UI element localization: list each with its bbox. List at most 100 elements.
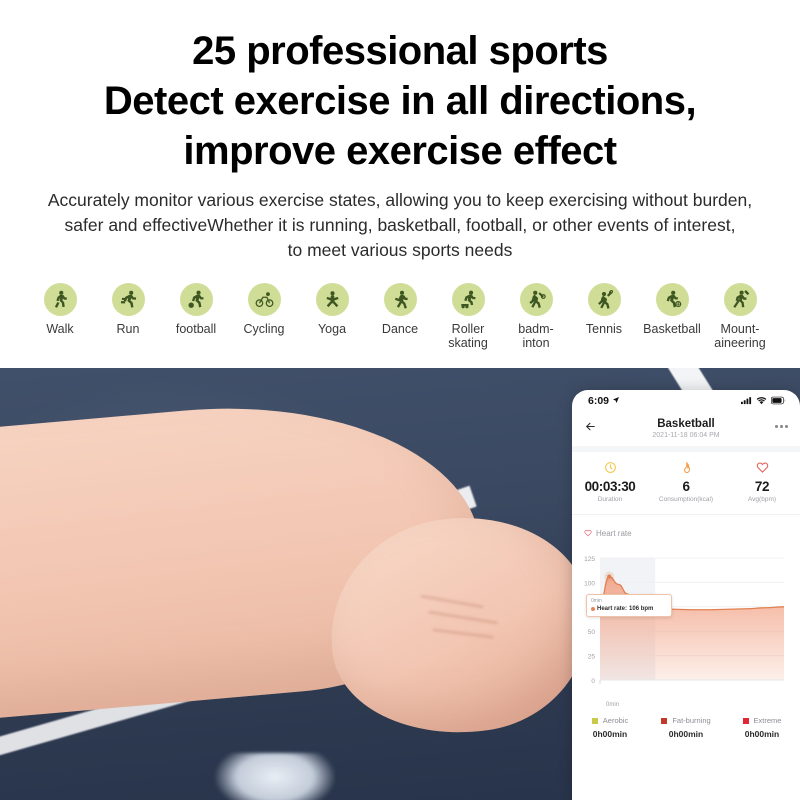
- hero-heading: 25 professional sports Detect exercise i…: [0, 0, 800, 176]
- more-dots-icon[interactable]: [774, 425, 788, 428]
- tennis-icon: [587, 283, 621, 316]
- wifi-icon: [756, 392, 767, 410]
- basketball-icon: [655, 283, 689, 316]
- sport-label: football: [175, 322, 217, 336]
- legend-value: 0h00min: [744, 729, 780, 739]
- legend-value: 0h00min: [668, 729, 704, 739]
- battery-icon: [771, 392, 786, 410]
- chart-x-tick-label: 0min: [606, 702, 620, 708]
- sport-item[interactable]: Basketball: [638, 283, 706, 336]
- mountaineering-icon: [723, 283, 757, 316]
- sport-label: Run: [116, 322, 140, 336]
- heart-icon: [724, 461, 800, 476]
- shoe-blur: [215, 753, 335, 800]
- yoga-icon: [315, 283, 349, 316]
- heart-icon: [584, 524, 592, 542]
- stat-value: 72: [754, 479, 770, 494]
- sport-item[interactable]: football: [162, 283, 230, 336]
- app-nav-bar: Basketball 2021-11-18 06:04 PM: [572, 412, 800, 446]
- run-icon: [111, 283, 145, 316]
- heart-rate-zone-legend: Aerobic 0h00min Fat-burning 0h00min Extreme 0…: [572, 706, 800, 751]
- legend-head: Fat-burning: [648, 716, 724, 725]
- sport-label: Dance: [381, 322, 419, 336]
- heart-rate-section-header: Heart rate: [572, 514, 800, 548]
- stat-label: Duration: [597, 496, 623, 503]
- stat-label: Avg(bpm): [747, 496, 777, 503]
- sport-label: Roller skating: [448, 322, 488, 350]
- svg-text:125: 125: [584, 556, 595, 563]
- sport-item[interactable]: Mount- aineering: [706, 283, 774, 350]
- tooltip-series-value: Heart rate: 106 bpm: [591, 605, 667, 613]
- sport-label: Tennis: [585, 322, 623, 336]
- svg-text:25: 25: [588, 654, 596, 661]
- sport-item[interactable]: Roller skating: [434, 283, 502, 350]
- dance-icon: [383, 283, 417, 316]
- sport-item[interactable]: Yoga: [298, 283, 366, 336]
- legend-name: Aerobic: [602, 716, 629, 725]
- promo-page: 25 professional sports Detect exercise i…: [0, 0, 800, 800]
- sport-item[interactable]: Run: [94, 283, 162, 336]
- flame-icon: [648, 461, 724, 476]
- lede-line-2: safer and effectiveWhether it is running…: [64, 215, 736, 235]
- roller-skating-icon: [451, 283, 485, 316]
- stat-tile: 72 Avg(bpm): [724, 461, 800, 503]
- stat-tile: 00:03:30 Duration: [572, 461, 648, 503]
- status-bar-right: [741, 392, 786, 410]
- legend-head: Aerobic: [572, 716, 648, 725]
- location-arrow-icon: [612, 395, 620, 407]
- activity-summary-stats: 00:03:30 Duration 6 Consumption(kcal) 72 Avg(…: [572, 452, 800, 514]
- lede-line-1: Accurately monitor various exercise stat…: [47, 190, 753, 210]
- legend-item: Aerobic 0h00min: [572, 716, 648, 739]
- legend-swatch-icon: [742, 717, 749, 724]
- legend-swatch-icon: [591, 717, 598, 724]
- sport-label: Walk: [46, 322, 74, 336]
- stat-value: 6: [682, 479, 690, 494]
- sport-item[interactable]: Walk: [26, 283, 94, 336]
- legend-head: Extreme: [724, 716, 800, 725]
- tooltip-x-value: 0min: [591, 598, 602, 604]
- badminton-icon: [519, 283, 553, 316]
- legend-value: 0h00min: [592, 729, 628, 739]
- tooltip-marker-icon: [591, 607, 595, 611]
- page-title: 25 professional sports Detect exercise i…: [0, 26, 800, 176]
- sport-label: badm- inton: [518, 322, 554, 350]
- phone-status-bar: 6:09: [572, 390, 800, 412]
- activity-datetime: 2021-11-18 06:04 PM: [652, 431, 720, 439]
- cycling-icon: [247, 283, 281, 316]
- dot: [774, 425, 778, 428]
- heart-rate-label: Heart rate: [596, 528, 632, 538]
- lede-line-3: to meet various sports needs: [287, 240, 513, 260]
- sport-item[interactable]: badm- inton: [502, 283, 570, 350]
- sport-item[interactable]: Tennis: [570, 283, 638, 336]
- legend-swatch-icon: [661, 717, 668, 724]
- sport-item[interactable]: Cycling: [230, 283, 298, 336]
- dot: [785, 425, 788, 428]
- heart-rate-chart: 0255075100125 0min Heart rate: 106 bpm 0…: [572, 548, 800, 708]
- tooltip-value: 106 bpm: [629, 606, 654, 612]
- heart-rate-chart-svg: 0255075100125: [584, 556, 785, 685]
- svg-text:50: 50: [588, 629, 596, 636]
- football-icon: [179, 283, 213, 316]
- sports-icon-row: Walk Run football Cycling Yoga Dance Roller sk…: [0, 283, 800, 350]
- headline-line-3: improve exercise effect: [183, 129, 617, 173]
- svg-text:0: 0: [591, 678, 595, 685]
- tooltip-label: Heart rate:: [597, 606, 628, 612]
- status-bar-left: 6:09: [588, 395, 620, 407]
- sport-label: Cycling: [243, 322, 285, 336]
- stat-tile: 6 Consumption(kcal): [648, 461, 724, 503]
- sport-label: Basketball: [643, 322, 701, 336]
- headline-line-1: 25 professional sports: [192, 29, 608, 73]
- stat-label: Consumption(kcal): [658, 496, 714, 503]
- sport-label: Mount- aineering: [714, 322, 766, 350]
- subheading-paragraph: Accurately monitor various exercise stat…: [5, 188, 795, 263]
- svg-text:100: 100: [584, 580, 595, 587]
- legend-name: Extreme: [753, 716, 782, 725]
- clock-icon: [572, 461, 648, 476]
- legend-item: Fat-burning 0h00min: [648, 716, 724, 739]
- back-arrow-icon[interactable]: [584, 420, 597, 438]
- nav-title-block: Basketball 2021-11-18 06:04 PM: [652, 418, 719, 441]
- dot: [780, 425, 783, 428]
- chart-tooltip: 0min Heart rate: 106 bpm: [586, 594, 672, 617]
- sport-item[interactable]: Dance: [366, 283, 434, 336]
- headline-line-2: Detect exercise in all directions,: [103, 79, 697, 123]
